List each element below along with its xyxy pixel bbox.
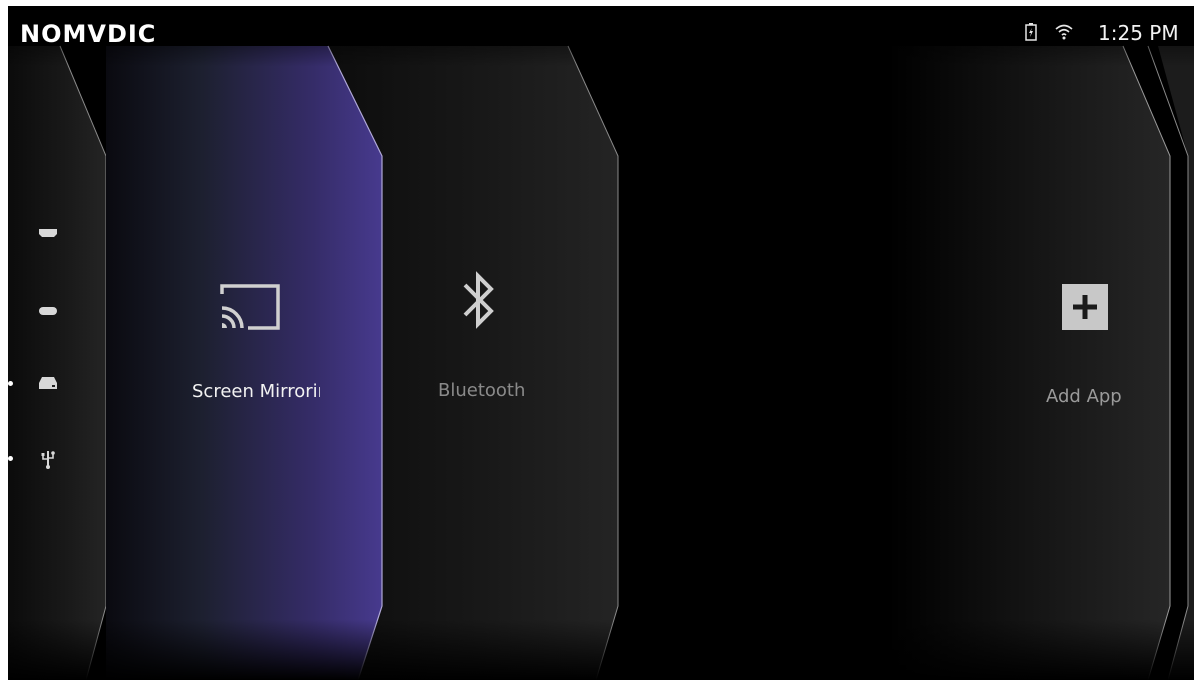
bluetooth-icon: [462, 268, 496, 337]
launcher-screen: NOMVDIC 1:25 PM Screen Mirrori Bluetooth…: [8, 6, 1194, 680]
screen-mirror-tile[interactable]: [106, 46, 382, 680]
hdmi-icon[interactable]: [38, 226, 58, 244]
battery-charging-icon: [1024, 22, 1038, 48]
selected-indicator-dot: [8, 456, 13, 461]
clock: 1:25 PM: [1098, 21, 1179, 45]
wifi-icon: [1054, 22, 1074, 48]
add-app-label: Add App: [1046, 386, 1122, 407]
nomvdic-logo: NOMVDIC: [20, 20, 157, 48]
add-app-tile[interactable]: [968, 46, 1170, 680]
bluetooth-label: Bluetooth: [438, 380, 526, 401]
storage-drive-icon[interactable]: [38, 376, 58, 395]
bluetooth-tile[interactable]: [382, 46, 618, 680]
cast-icon: [216, 282, 282, 337]
screen-mirror-label: Screen Mirroring: [192, 381, 320, 402]
usb-icon[interactable]: [40, 449, 56, 474]
plus-icon: [1062, 284, 1108, 330]
usb-c-icon[interactable]: [38, 303, 58, 321]
selected-indicator-dot: [8, 381, 13, 386]
